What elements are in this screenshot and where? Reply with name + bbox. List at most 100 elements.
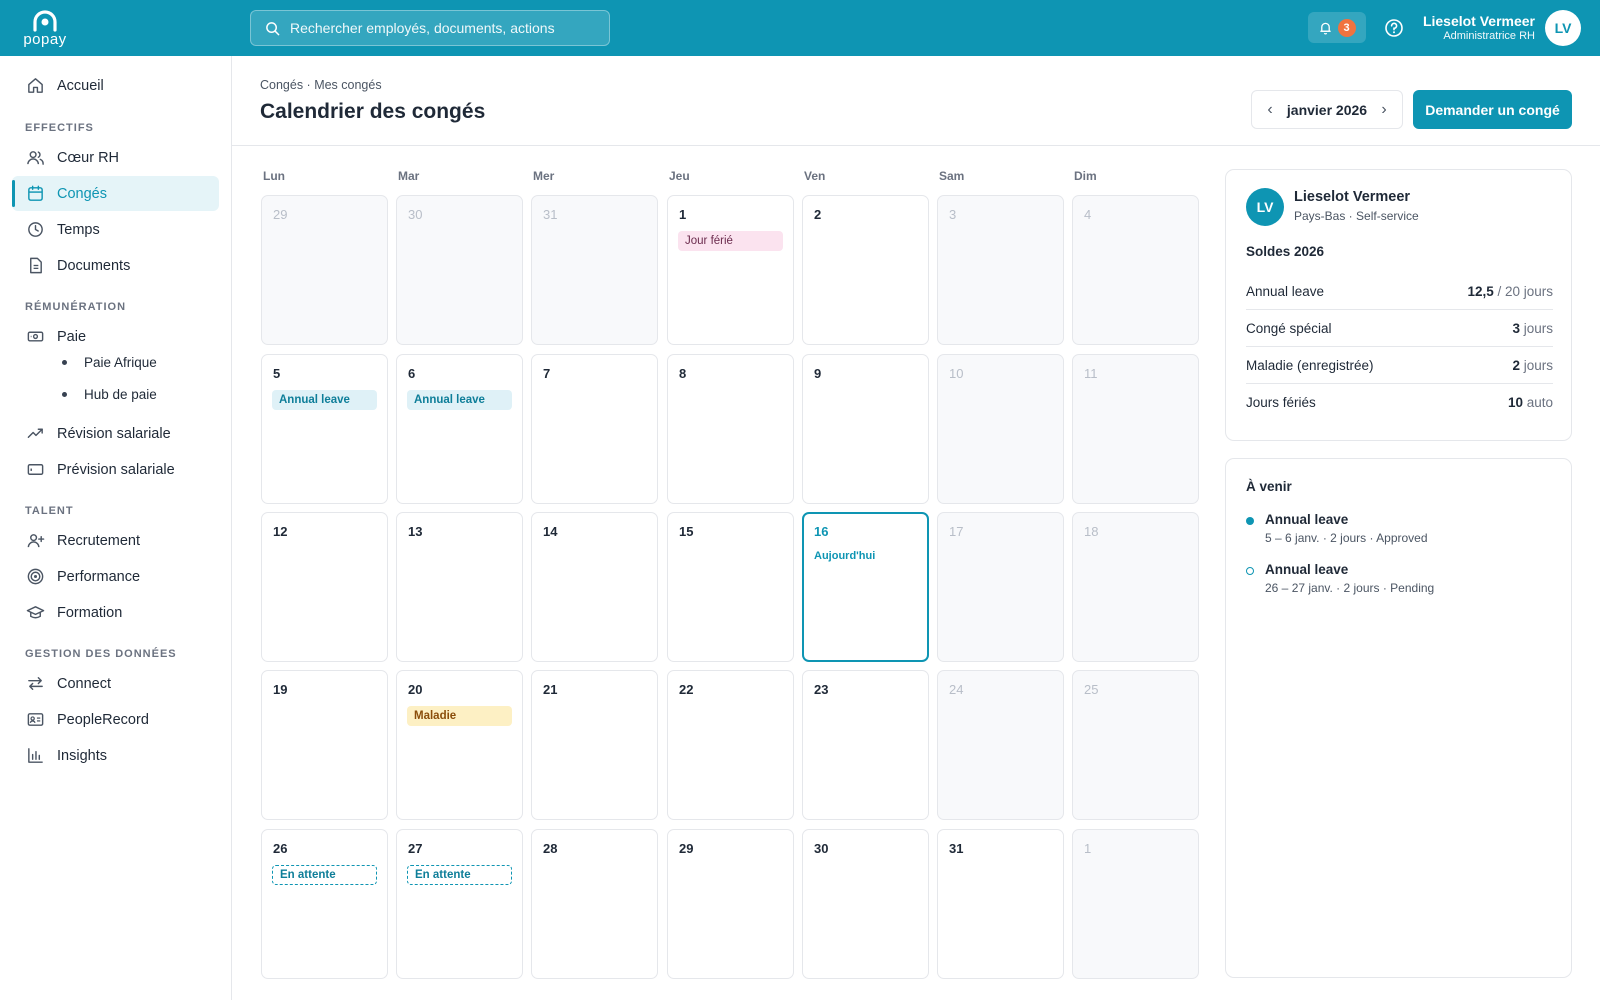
notifications-button[interactable]: 3	[1308, 12, 1366, 43]
search-input[interactable]	[290, 20, 590, 36]
day-number: 27	[408, 841, 423, 856]
sidebar-item-recrutement[interactable]: Recrutement	[12, 523, 219, 558]
calendar-day[interactable]: 24	[937, 670, 1064, 820]
calendar-day[interactable]: 17	[937, 512, 1064, 662]
calendar-day[interactable]: 29	[261, 195, 388, 345]
day-number: 17	[949, 524, 964, 539]
graduation-cap-icon	[26, 606, 45, 619]
day-number: 24	[949, 682, 964, 697]
calendar-day[interactable]: 21	[531, 670, 658, 820]
breadcrumb[interactable]: Congés · Mes congés	[260, 78, 382, 92]
calendar-day[interactable]: 29	[667, 829, 794, 979]
calendar-day[interactable]: 30	[802, 829, 929, 979]
calendar-day[interactable]: 7	[531, 354, 658, 504]
calendar-day[interactable]: 27 En attente	[396, 829, 523, 979]
notification-count-badge: 3	[1337, 18, 1356, 37]
sidebar-item-label: Accueil	[57, 77, 104, 94]
sidebar-item-accueil[interactable]: Accueil	[12, 68, 219, 103]
user-avatar[interactable]: LV	[1545, 10, 1581, 46]
sidebar-item-peoplerecord[interactable]: PeopleRecord	[12, 702, 219, 737]
sidebar-item-insights[interactable]: Insights	[12, 738, 219, 773]
calendar-day[interactable]: 5 Annual leave	[261, 354, 388, 504]
day-number: 9	[814, 366, 822, 381]
calendar-day[interactable]: 30	[396, 195, 523, 345]
sidebar-subitem-paie-afrique[interactable]: Paie Afrique	[62, 355, 157, 370]
calendar-day[interactable]: 23	[802, 670, 929, 820]
upcoming-title: À venir	[1246, 479, 1292, 494]
sidebar-item-label: Recrutement	[57, 532, 141, 549]
sidebar-item-prevision-salariale[interactable]: Prévision salariale	[12, 452, 219, 487]
sidebar-item-connect[interactable]: Connect	[12, 666, 219, 701]
calendar-day-today[interactable]: 16 Aujourd'hui	[802, 512, 929, 662]
sidebar-subitem-label: Paie Afrique	[84, 355, 157, 370]
calendar-day[interactable]: 31	[937, 829, 1064, 979]
calendar-day[interactable]: 3	[937, 195, 1064, 345]
calendar-day[interactable]: 31	[531, 195, 658, 345]
day-number: 19	[273, 682, 288, 697]
sidebar-item-conges[interactable]: Congés	[12, 176, 219, 211]
balance-value: 10 auto	[1508, 395, 1553, 410]
sidebar-subitem-hub-de-paie[interactable]: Hub de paie	[62, 387, 157, 402]
calendar-day[interactable]: 22	[667, 670, 794, 820]
day-number: 30	[408, 207, 423, 222]
home-icon	[28, 78, 43, 93]
popay-logo[interactable]: popay	[19, 10, 71, 48]
calendar-day[interactable]: 11	[1072, 354, 1199, 504]
upcoming-item-title: Annual leave	[1265, 512, 1349, 527]
calendar-day[interactable]: 13	[396, 512, 523, 662]
calendar-day[interactable]: 18	[1072, 512, 1199, 662]
leave-event-chip[interactable]: Annual leave	[272, 390, 377, 410]
sidebar-item-label: Connect	[57, 675, 112, 692]
sidebar-item-revision-salariale[interactable]: Révision salariale	[12, 416, 219, 451]
sidebar-item-temps[interactable]: Temps	[12, 212, 219, 247]
day-number: 4	[1084, 207, 1092, 222]
day-number: 15	[679, 524, 694, 539]
calendar-day[interactable]: 8	[667, 354, 794, 504]
user-plus-icon	[27, 534, 45, 548]
upcoming-item-title: Annual leave	[1265, 562, 1349, 577]
leave-event-chip[interactable]: En attente	[407, 865, 512, 885]
calendar-day[interactable]: 1 Jour férié	[667, 195, 794, 345]
leave-event-chip[interactable]: En attente	[272, 865, 377, 885]
calendar-day[interactable]: 10	[937, 354, 1064, 504]
day-number: 16	[814, 524, 829, 539]
user-menu[interactable]: Lieselot Vermeer Administratrice RH	[1380, 13, 1535, 43]
calendar-day[interactable]: 1	[1072, 829, 1199, 979]
bullet-icon	[62, 392, 67, 397]
balance-label: Congé spécial	[1246, 320, 1332, 336]
calendar-day[interactable]: 26 En attente	[261, 829, 388, 979]
sidebar-item-documents[interactable]: Documents	[12, 248, 219, 283]
request-leave-button[interactable]: Demander un congé	[1413, 90, 1572, 129]
calendar-day[interactable]: 6 Annual leave	[396, 354, 523, 504]
card-icon	[27, 464, 44, 475]
status-dot-approved	[1246, 517, 1254, 525]
sidebar-item-formation[interactable]: Formation	[12, 595, 219, 630]
leave-event-chip[interactable]: Maladie	[407, 706, 512, 726]
weekday-label: Lun	[263, 169, 285, 183]
header-divider	[232, 145, 1600, 146]
calendar-day[interactable]: 2	[802, 195, 929, 345]
calendar-day[interactable]: 14	[531, 512, 658, 662]
chevron-left-icon[interactable]: ‹	[1264, 101, 1276, 119]
day-number: 30	[814, 841, 829, 856]
balance-value: 2 jours	[1512, 358, 1553, 373]
calendar-day[interactable]: 12	[261, 512, 388, 662]
bell-icon	[1319, 22, 1331, 34]
calendar-icon	[28, 185, 43, 201]
sidebar-item-coeur-rh[interactable]: Cœur RH	[12, 140, 219, 175]
leave-event-chip[interactable]: Jour férié	[678, 231, 783, 251]
sidebar-item-performance[interactable]: Performance	[12, 559, 219, 594]
calendar-day[interactable]: 9	[802, 354, 929, 504]
calendar-day[interactable]: 20 Maladie	[396, 670, 523, 820]
chevron-right-icon[interactable]: ›	[1378, 101, 1390, 119]
calendar-day[interactable]: 15	[667, 512, 794, 662]
sidebar-item-paie[interactable]: Paie	[12, 319, 219, 354]
target-icon	[27, 568, 44, 585]
day-number: 6	[408, 366, 416, 381]
calendar-day[interactable]: 4	[1072, 195, 1199, 345]
calendar-day[interactable]: 25	[1072, 670, 1199, 820]
calendar-day[interactable]: 28	[531, 829, 658, 979]
leave-event-chip[interactable]: Annual leave	[407, 390, 512, 410]
calendar-day[interactable]: 19	[261, 670, 388, 820]
global-search[interactable]	[250, 10, 610, 46]
